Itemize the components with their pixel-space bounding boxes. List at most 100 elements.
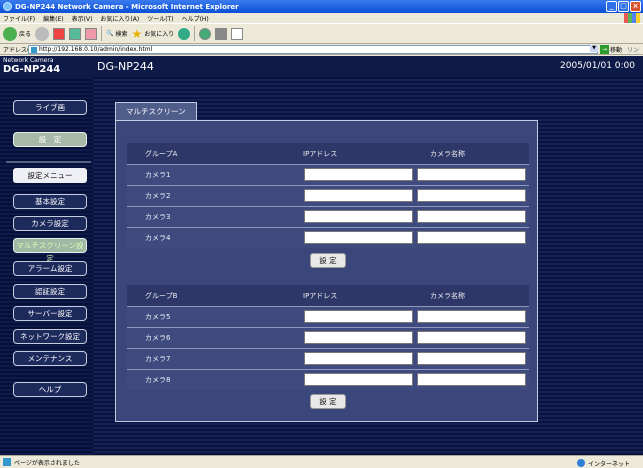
address-dropdown-icon[interactable]: ▼ bbox=[590, 45, 598, 52]
camera7-name-input[interactable] bbox=[417, 352, 526, 365]
browser-toolbar: 戻る 🔍 検索 ★ お気に入り bbox=[0, 23, 643, 44]
tab-multiscreen[interactable]: マルチスクリーン bbox=[115, 102, 197, 120]
camera3-ip-input[interactable] bbox=[304, 210, 413, 223]
camera-label: カメラ5 bbox=[145, 313, 171, 321]
close-button[interactable]: × bbox=[630, 1, 641, 12]
minimize-button[interactable]: _ bbox=[606, 1, 617, 12]
table-row: カメラ3 bbox=[127, 206, 529, 227]
sidebar-divider bbox=[6, 161, 91, 163]
camera1-name-input[interactable] bbox=[417, 168, 526, 181]
menu-view[interactable]: 表示(V) bbox=[72, 14, 93, 23]
sidebar-item-network[interactable]: ネットワーク設定 bbox=[13, 329, 87, 344]
camera-header: Network Camera DG-NP244 DG-NP244 2005/01… bbox=[0, 56, 643, 77]
sidebar-item-basic[interactable]: 基本設定 bbox=[13, 194, 87, 209]
back-button[interactable]: 戻る bbox=[3, 26, 31, 41]
camera5-ip-input[interactable] bbox=[304, 310, 413, 323]
favorites-label: お気に入り bbox=[144, 31, 175, 38]
camera8-name-input[interactable] bbox=[417, 373, 526, 386]
camera-label: カメラ7 bbox=[145, 355, 171, 363]
camera5-name-input[interactable] bbox=[417, 310, 526, 323]
menu-bar: ファイル(F) 編集(E) 表示(V) お気に入り(A) ツール(T) ヘルプ(… bbox=[0, 13, 643, 23]
table-row: カメラ5 bbox=[127, 306, 529, 327]
camera2-name-input[interactable] bbox=[417, 189, 526, 202]
stop-icon[interactable] bbox=[53, 27, 66, 40]
favorites-button[interactable]: ★ お気に入り bbox=[132, 27, 175, 41]
table-row: カメラ4 bbox=[127, 227, 529, 248]
status-page-icon bbox=[3, 458, 11, 466]
group-a-set-button[interactable]: 設 定 bbox=[310, 253, 346, 268]
ip-column-header: IPアドレス bbox=[303, 292, 338, 300]
home-icon[interactable] bbox=[85, 27, 98, 40]
address-input[interactable]: http://192.168.0.10/admin/index.html bbox=[28, 45, 598, 54]
camera-label: カメラ8 bbox=[145, 376, 171, 384]
sidebar: ライブ画 設 定 設定メニュー 基本設定 カメラ設定 マルチスクリーン設定 アラ… bbox=[0, 77, 93, 455]
favorites-star-icon: ★ bbox=[131, 26, 143, 41]
sidebar-item-camera[interactable]: カメラ設定 bbox=[13, 216, 87, 231]
mail-icon[interactable] bbox=[199, 27, 212, 40]
group-b: グループB IPアドレス カメラ名称 カメラ5 カメラ6 カメラ7 カメラ8 設… bbox=[127, 285, 529, 420]
group-header: グループA IPアドレス カメラ名称 bbox=[127, 143, 529, 164]
forward-button[interactable] bbox=[35, 26, 50, 41]
sidebar-item-alarm[interactable]: アラーム設定 bbox=[13, 261, 87, 276]
group-name: グループA bbox=[145, 150, 178, 158]
status-bar: ページが表示されました インターネット bbox=[0, 455, 643, 468]
group-name: グループB bbox=[145, 292, 178, 300]
go-button[interactable]: → 移動 bbox=[600, 45, 622, 54]
camera8-ip-input[interactable] bbox=[304, 373, 413, 386]
sidebar-item-maintenance[interactable]: メンテナンス bbox=[13, 351, 87, 366]
edit-icon[interactable] bbox=[231, 27, 244, 40]
sidebar-item-help[interactable]: ヘルプ bbox=[13, 382, 87, 397]
status-message: ページが表示されました bbox=[14, 459, 80, 467]
camera4-ip-input[interactable] bbox=[304, 231, 413, 244]
address-url: http://192.168.0.10/admin/index.html bbox=[39, 46, 153, 53]
go-arrow-icon: → bbox=[600, 45, 609, 54]
menu-file[interactable]: ファイル(F) bbox=[3, 14, 35, 23]
toolbar-separator bbox=[101, 26, 103, 41]
main-area: マルチスクリーン グループA IPアドレス カメラ名称 カメラ1 カメラ2 カメ… bbox=[93, 77, 643, 455]
maximize-button[interactable]: □ bbox=[618, 1, 629, 12]
search-label: 検索 bbox=[115, 31, 128, 38]
security-zone: インターネット bbox=[588, 461, 631, 468]
group-a: グループA IPアドレス カメラ名称 カメラ1 カメラ2 カメラ3 カメラ4 設… bbox=[127, 143, 529, 291]
search-button[interactable]: 🔍 検索 bbox=[106, 29, 128, 38]
ip-column-header: IPアドレス bbox=[303, 150, 338, 158]
camera4-name-input[interactable] bbox=[417, 231, 526, 244]
menu-help[interactable]: ヘルプ(H) bbox=[182, 14, 209, 23]
internet-zone-icon bbox=[577, 459, 585, 467]
camera1-ip-input[interactable] bbox=[304, 168, 413, 181]
table-row: カメラ8 bbox=[127, 369, 529, 390]
camera-label: カメラ1 bbox=[145, 171, 171, 179]
menu-favorites[interactable]: お気に入り(A) bbox=[100, 14, 139, 23]
camera-label: カメラ3 bbox=[145, 213, 171, 221]
group-b-set-button[interactable]: 設 定 bbox=[310, 394, 346, 409]
sidebar-item-server[interactable]: サーバー設定 bbox=[13, 306, 87, 321]
camera6-name-input[interactable] bbox=[417, 331, 526, 344]
table-row: カメラ7 bbox=[127, 348, 529, 369]
history-icon[interactable] bbox=[178, 27, 191, 40]
camera-label: カメラ6 bbox=[145, 334, 171, 342]
sidebar-item-setup[interactable]: 設 定 bbox=[13, 132, 87, 147]
search-icon: 🔍 bbox=[106, 30, 114, 37]
window-title: DG-NP244 Network Camera - Microsoft Inte… bbox=[15, 2, 239, 11]
table-row: カメラ2 bbox=[127, 185, 529, 206]
table-row: カメラ1 bbox=[127, 164, 529, 185]
print-icon[interactable] bbox=[215, 27, 228, 40]
page-icon bbox=[31, 47, 37, 53]
refresh-icon[interactable] bbox=[69, 27, 82, 40]
sidebar-item-multiscreen[interactable]: マルチスクリーン設定 bbox=[13, 238, 87, 263]
sidebar-item-auth[interactable]: 認証設定 bbox=[13, 284, 87, 299]
camera7-ip-input[interactable] bbox=[304, 352, 413, 365]
camera-name-column-header: カメラ名称 bbox=[430, 292, 465, 300]
window-titlebar: DG-NP244 Network Camera - Microsoft Inte… bbox=[0, 0, 643, 13]
sidebar-item-live[interactable]: ライブ画 bbox=[13, 100, 87, 115]
multiscreen-panel: グループA IPアドレス カメラ名称 カメラ1 カメラ2 カメラ3 カメラ4 設… bbox=[115, 120, 538, 422]
page-content: ライブ画 設 定 設定メニュー 基本設定 カメラ設定 マルチスクリーン設定 アラ… bbox=[0, 77, 643, 455]
model-text: DG-NP244 bbox=[3, 64, 61, 75]
camera6-ip-input[interactable] bbox=[304, 331, 413, 344]
setup-menu-heading: 設定メニュー bbox=[13, 168, 87, 183]
camera3-name-input[interactable] bbox=[417, 210, 526, 223]
menu-tools[interactable]: ツール(T) bbox=[147, 14, 173, 23]
camera2-ip-input[interactable] bbox=[304, 189, 413, 202]
camera-name-column-header: カメラ名称 bbox=[430, 150, 465, 158]
menu-edit[interactable]: 編集(E) bbox=[43, 14, 63, 23]
